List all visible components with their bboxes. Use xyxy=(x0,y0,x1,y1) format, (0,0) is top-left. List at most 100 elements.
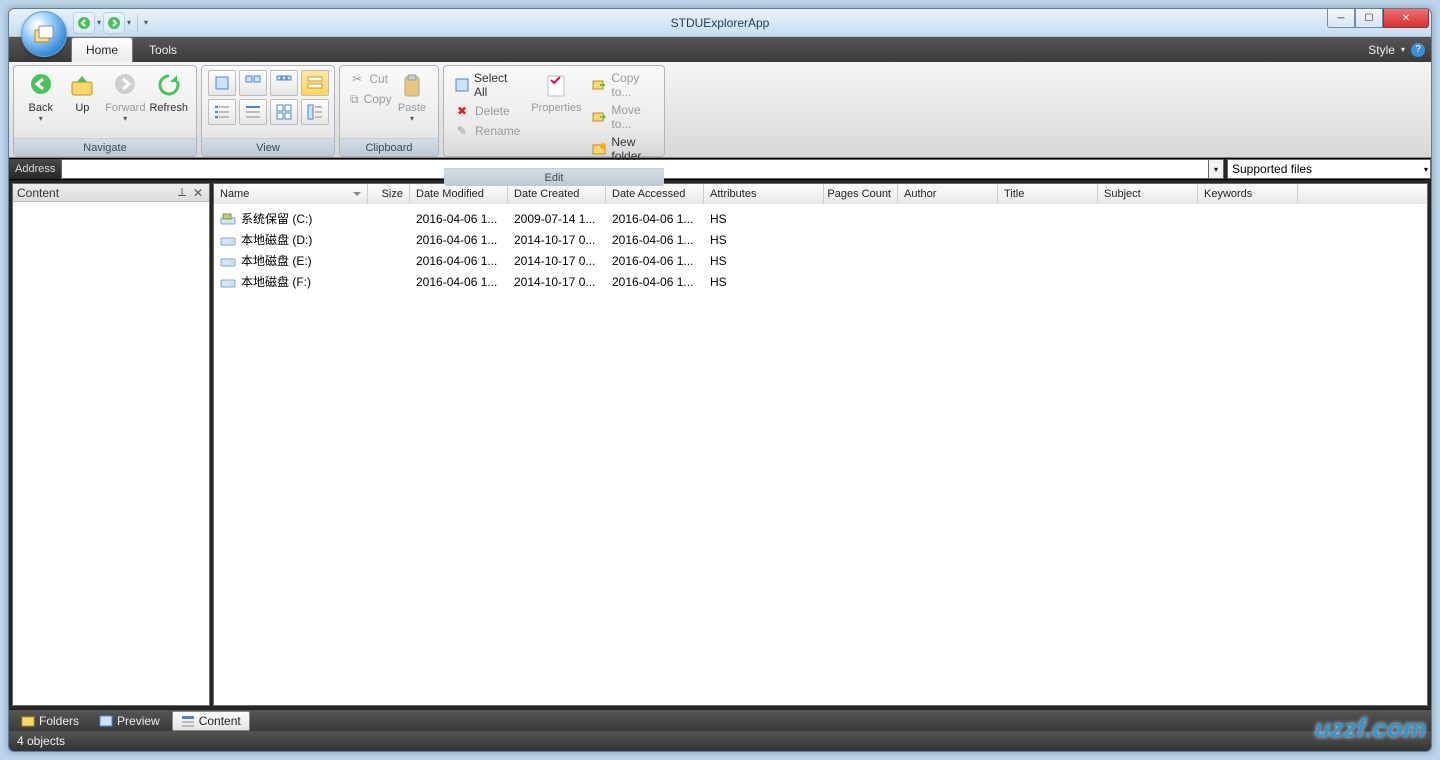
filter-dropdown[interactable]: Supported files ▾ xyxy=(1227,159,1431,179)
row-accessed: 2016-04-06 1... xyxy=(606,212,704,226)
view-content-button[interactable] xyxy=(301,99,329,125)
group-view: View xyxy=(201,65,335,157)
qat-forward-button[interactable] xyxy=(103,12,125,34)
row-accessed: 2016-04-06 1... xyxy=(606,233,704,247)
close-panel-icon[interactable]: ✕ xyxy=(191,186,205,200)
side-panel-title: Content xyxy=(17,186,59,200)
ribbon: Back ▾ Up Forward ▾ Refresh Navigate xyxy=(9,62,1431,158)
window-controls: ─ ☐ ✕ xyxy=(1327,9,1429,28)
clipboard-icon xyxy=(398,72,426,100)
new-folder-button[interactable]: New folder xyxy=(588,134,658,164)
quick-access-toolbar: ▾ ▾ ▾ xyxy=(73,12,148,34)
col-name[interactable]: Name xyxy=(214,184,368,204)
row-attributes: HS xyxy=(704,275,824,289)
view-tiles-button[interactable] xyxy=(301,70,329,96)
up-button[interactable]: Up xyxy=(62,70,104,114)
style-menu[interactable]: Style ▾ ? xyxy=(1368,37,1425,62)
new-folder-icon xyxy=(592,141,606,157)
table-row[interactable]: 系统保留 (C:)2016-04-06 1...2009-07-14 1...2… xyxy=(214,208,1427,229)
row-created: 2014-10-17 0... xyxy=(508,275,606,289)
select-all-icon xyxy=(454,77,469,93)
scissors-icon: ✂ xyxy=(350,71,364,87)
col-pages[interactable]: Pages Count xyxy=(824,184,898,204)
title-bar: ▾ ▾ ▾ STDUExplorerApp ─ ☐ ✕ xyxy=(9,9,1431,37)
properties-button: Properties xyxy=(530,70,582,114)
row-attributes: HS xyxy=(704,233,824,247)
col-author[interactable]: Author xyxy=(898,184,998,204)
col-modified[interactable]: Date Modified xyxy=(410,184,508,204)
up-folder-icon xyxy=(68,72,96,100)
close-button[interactable]: ✕ xyxy=(1383,9,1429,28)
address-label: Address xyxy=(9,159,61,179)
group-label: Edit xyxy=(444,168,664,186)
bottom-tab-folders[interactable]: Folders xyxy=(13,712,87,730)
main-area: Content ⟂ ✕ Name Size Date Modified Date… xyxy=(9,180,1431,709)
chevron-down-icon: ▾ xyxy=(39,116,43,122)
row-modified: 2016-04-06 1... xyxy=(410,212,508,226)
chevron-down-icon: ▾ xyxy=(1214,165,1218,174)
back-button[interactable]: Back ▾ xyxy=(20,70,62,122)
tab-tools[interactable]: Tools xyxy=(135,38,191,62)
list-rows: 系统保留 (C:)2016-04-06 1...2009-07-14 1...2… xyxy=(214,204,1427,292)
maximize-button[interactable]: ☐ xyxy=(1355,9,1383,28)
view-large-icons-button[interactable] xyxy=(208,70,236,96)
row-accessed: 2016-04-06 1... xyxy=(606,254,704,268)
col-accessed[interactable]: Date Accessed xyxy=(606,184,704,204)
view-thumbnails-button[interactable] xyxy=(270,99,298,125)
row-modified: 2016-04-06 1... xyxy=(410,275,508,289)
status-text: 4 objects xyxy=(17,734,65,748)
style-label: Style xyxy=(1368,43,1395,57)
tab-home[interactable]: Home xyxy=(71,37,133,62)
address-bar-row: Address ▾ Supported files ▾ xyxy=(9,158,1431,180)
row-created: 2009-07-14 1... xyxy=(508,212,606,226)
forward-arrow-icon xyxy=(111,72,139,100)
app-menu-orb[interactable] xyxy=(21,11,67,57)
row-modified: 2016-04-06 1... xyxy=(410,254,508,268)
view-list-button[interactable] xyxy=(208,99,236,125)
row-accessed: 2016-04-06 1... xyxy=(606,275,704,289)
row-name: 本地磁盘 (F:) xyxy=(241,273,311,290)
address-dropdown-button[interactable]: ▾ xyxy=(1208,159,1224,179)
row-name: 本地磁盘 (D:) xyxy=(241,231,312,248)
col-attributes[interactable]: Attributes xyxy=(704,184,824,204)
table-row[interactable]: 本地磁盘 (D:)2016-04-06 1...2014-10-17 0...2… xyxy=(214,229,1427,250)
view-small-icons-button[interactable] xyxy=(270,70,298,96)
group-edit: Select All ✖Delete ✎Rename Properties Co… xyxy=(443,65,665,157)
move-to-button: Move to... xyxy=(588,102,658,132)
col-subject[interactable]: Subject xyxy=(1098,184,1198,204)
cut-button: ✂Cut xyxy=(346,70,392,88)
view-medium-icons-button[interactable] xyxy=(239,70,267,96)
properties-icon xyxy=(542,72,570,100)
folders-icon xyxy=(21,714,35,728)
bottom-tab-preview[interactable]: Preview xyxy=(91,712,168,730)
refresh-button[interactable]: Refresh xyxy=(147,70,190,114)
minimize-button[interactable]: ─ xyxy=(1327,9,1355,28)
help-icon[interactable]: ? xyxy=(1411,43,1425,57)
pin-icon[interactable]: ⟂ xyxy=(175,186,189,200)
side-panel-body xyxy=(13,202,209,705)
select-all-button[interactable]: Select All xyxy=(450,70,524,100)
col-size[interactable]: Size xyxy=(368,184,410,204)
col-created[interactable]: Date Created xyxy=(508,184,606,204)
side-panel-header: Content ⟂ ✕ xyxy=(13,184,209,202)
col-title[interactable]: Title xyxy=(998,184,1098,204)
move-to-icon xyxy=(592,109,606,125)
row-created: 2014-10-17 0... xyxy=(508,233,606,247)
list-header: Name Size Date Modified Date Created Dat… xyxy=(214,184,1427,204)
group-navigate: Back ▾ Up Forward ▾ Refresh Navigate xyxy=(13,65,197,157)
table-row[interactable]: 本地磁盘 (E:)2016-04-06 1...2014-10-17 0...2… xyxy=(214,250,1427,271)
delete-button: ✖Delete xyxy=(450,102,524,120)
app-title: STDUExplorerApp xyxy=(9,16,1431,30)
view-details-button[interactable] xyxy=(239,99,267,125)
status-bar: 4 objects xyxy=(9,731,1431,751)
rename-button: ✎Rename xyxy=(450,122,524,140)
qat-back-button[interactable] xyxy=(73,12,95,34)
copy-to-icon xyxy=(592,77,606,93)
bottom-tab-content[interactable]: Content xyxy=(172,711,250,731)
app-window: ▾ ▾ ▾ STDUExplorerApp ─ ☐ ✕ Home Tools S… xyxy=(8,8,1432,752)
col-keywords[interactable]: Keywords xyxy=(1198,184,1298,204)
copy-button: ⧉Copy xyxy=(346,90,392,108)
copy-to-button: Copy to... xyxy=(588,70,658,100)
chevron-down-icon: ▾ xyxy=(1401,45,1405,54)
table-row[interactable]: 本地磁盘 (F:) 2016-04-06 1...2014-10-17 0...2… xyxy=(214,271,1427,292)
